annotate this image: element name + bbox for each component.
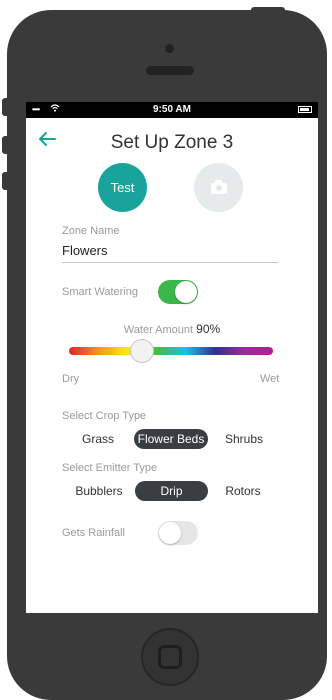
smart-watering-toggle[interactable]: [158, 280, 198, 304]
battery-icon: [298, 106, 312, 113]
zone-name-label: Zone Name: [62, 225, 120, 237]
water-amount-label: Water Amount: [123, 324, 194, 336]
crop-type-label: Select Crop Type: [62, 410, 147, 422]
gets-rainfall-toggle[interactable]: [158, 521, 198, 545]
toggle-knob: [159, 522, 181, 544]
wet-label: Wet: [260, 373, 280, 385]
camera-icon: [211, 180, 227, 194]
page-title: Set Up Zone 3: [110, 132, 234, 153]
emitter-option-drip[interactable]: Drip: [135, 481, 208, 501]
app-screen: •••• 9:50 AM Set Up Zone 3 Test Zone Nam…: [26, 102, 318, 613]
home-square-icon: [158, 645, 182, 669]
test-button[interactable]: Test: [98, 163, 147, 212]
emitter-option-rotors[interactable]: Rotors: [223, 481, 263, 501]
smart-watering-label: Smart Watering: [62, 286, 139, 298]
emitter-option-bubblers[interactable]: Bubblers: [72, 481, 126, 501]
gets-rainfall-label: Gets Rainfall: [62, 527, 125, 539]
crop-option-flower-beds[interactable]: Flower Beds: [134, 429, 208, 449]
front-camera: [165, 44, 174, 53]
water-amount-heading: Water Amount 90%: [26, 322, 318, 336]
earpiece-speaker: [146, 66, 194, 75]
crop-option-shrubs[interactable]: Shrubs: [222, 429, 266, 449]
toggle-knob: [175, 281, 197, 303]
status-bar: •••• 9:50 AM: [26, 102, 318, 118]
dry-label: Dry: [62, 373, 80, 385]
zone-name-input[interactable]: Flowers: [62, 240, 278, 263]
water-amount-value: 90%: [196, 322, 221, 336]
camera-button[interactable]: [194, 163, 243, 212]
emitter-type-label: Select Emitter Type: [62, 462, 158, 474]
water-amount-slider-track[interactable]: [69, 347, 273, 355]
status-time: 9:50 AM: [153, 104, 191, 115]
water-amount-slider-thumb[interactable]: [130, 339, 154, 363]
crop-option-grass[interactable]: Grass: [78, 429, 118, 449]
